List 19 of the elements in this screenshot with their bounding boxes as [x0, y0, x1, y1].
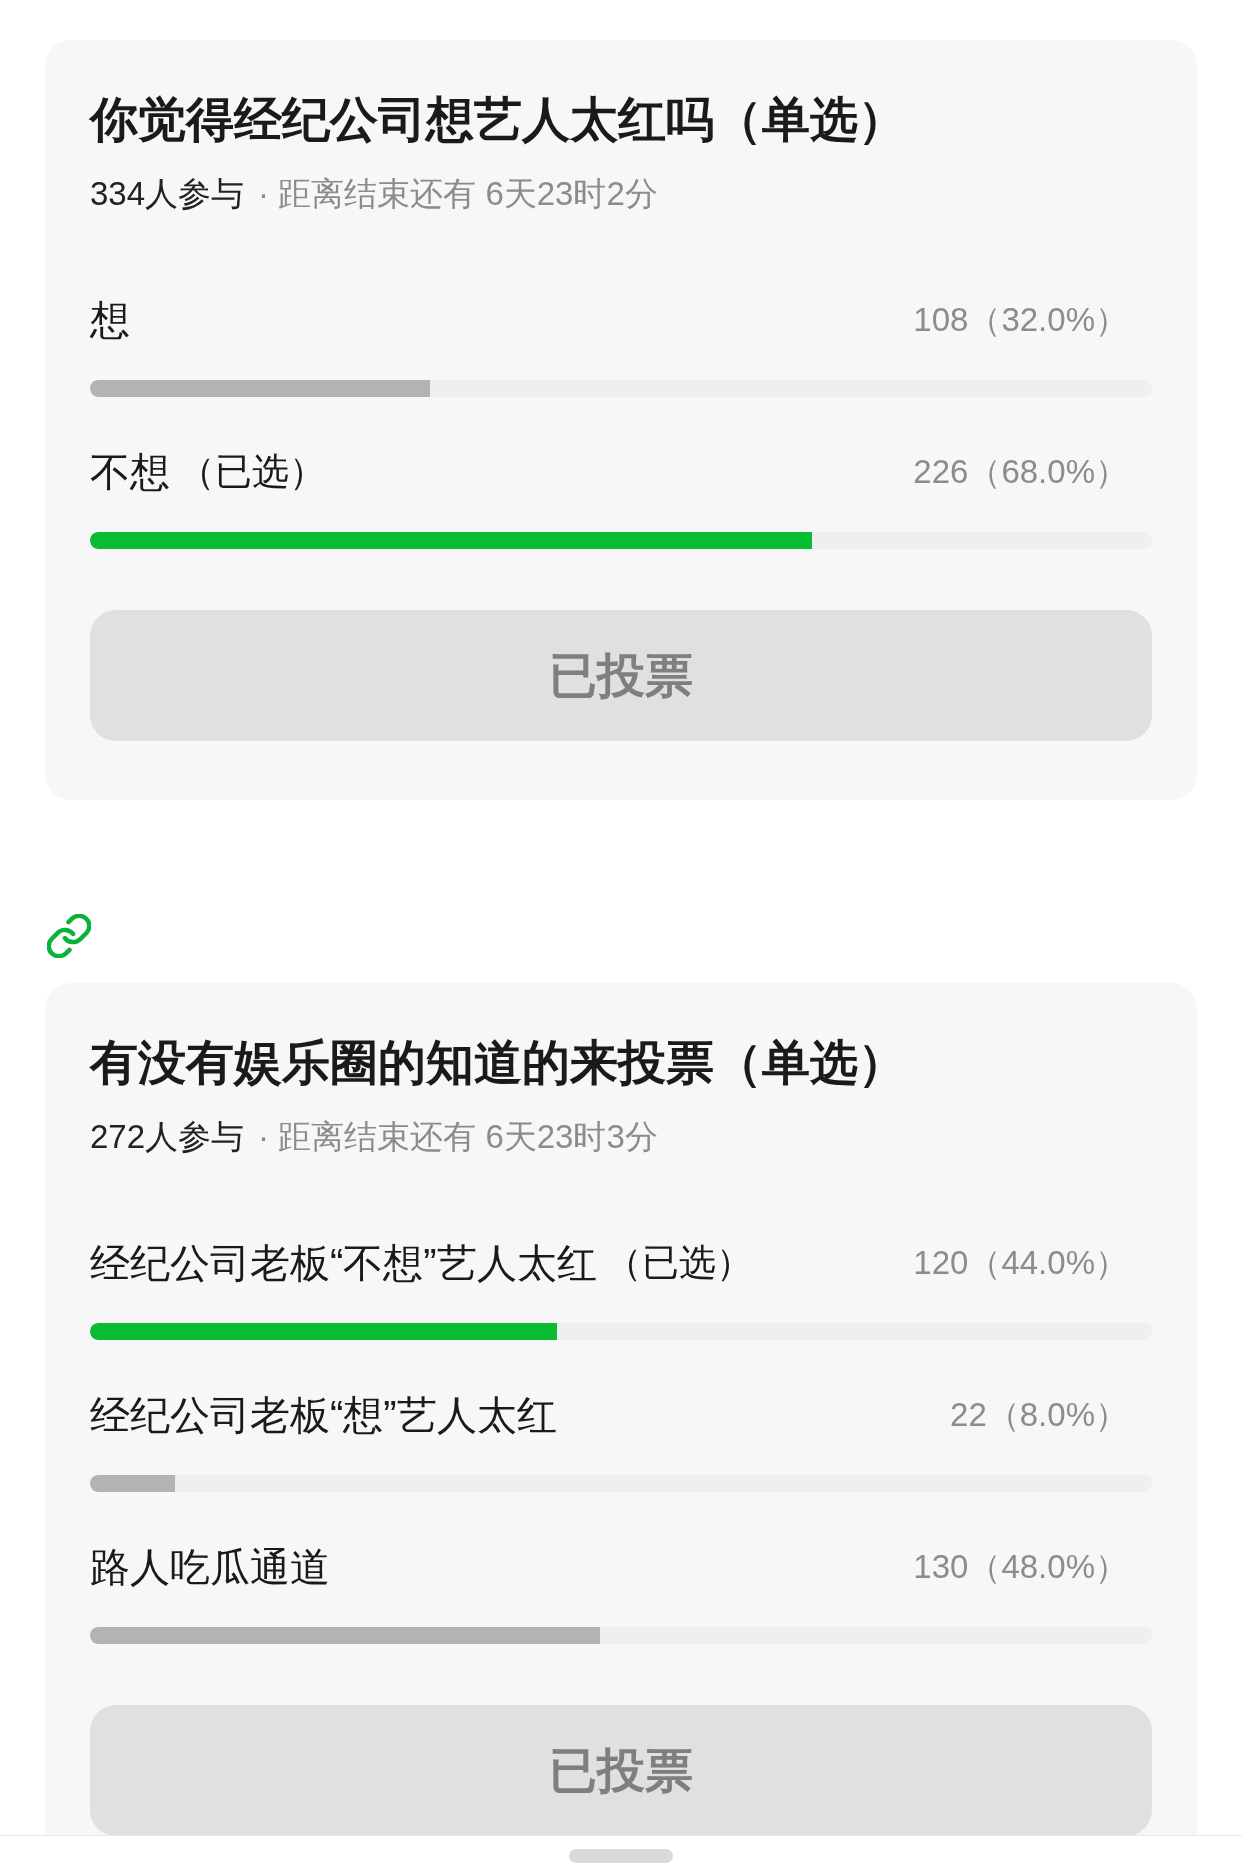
option-label: 不想 [90, 449, 170, 496]
option-label: 经纪公司老板“不想”艺人太红 [90, 1240, 597, 1287]
poll-title: 有没有娱乐圈的知道的来投票（单选） [90, 1035, 906, 1091]
link-icon[interactable] [47, 914, 91, 958]
option-label: 经纪公司老板“想”艺人太红 [90, 1392, 557, 1439]
vote-count: 22（8.0%） [950, 1395, 1128, 1435]
vote-count: 130（48.0%） [913, 1547, 1128, 1587]
poll-title: 你觉得经纪公司想艺人太红吗（单选） [90, 92, 906, 148]
vote-count: 226（68.0%） [913, 452, 1128, 492]
participant-count: 334人参与 [90, 176, 245, 212]
option-label: 想 [90, 297, 130, 344]
selected-tag: （已选） [604, 1238, 753, 1288]
vote-count: 108（32.0%） [913, 300, 1128, 340]
participant-count: 272人参与 [90, 1119, 245, 1155]
option-label: 路人吃瓜通道 [90, 1544, 330, 1591]
selected-tag: （已选） [178, 447, 326, 497]
vote-count: 120（44.0%） [913, 1243, 1128, 1283]
time-remaining: · 距离结束还有 6天23时2分 [258, 176, 658, 212]
time-remaining: · 距离结束还有 6天23时3分 [258, 1119, 658, 1155]
